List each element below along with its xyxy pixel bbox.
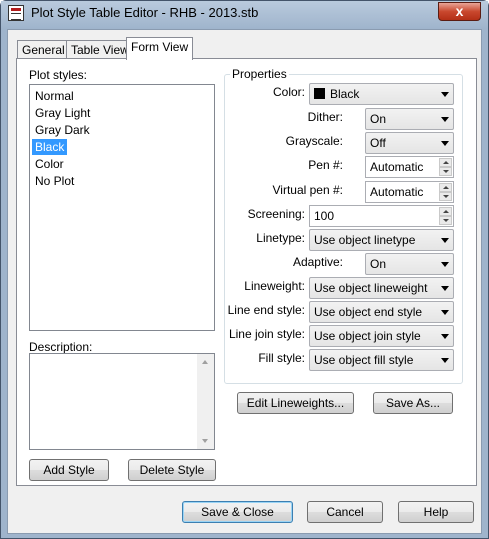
list-item[interactable]: Color xyxy=(32,156,67,172)
close-button[interactable]: x xyxy=(438,2,481,21)
chevron-down-icon xyxy=(441,117,449,122)
description-textarea[interactable] xyxy=(29,353,215,450)
spin-down-icon[interactable] xyxy=(439,216,452,225)
line-end-style-dropdown[interactable]: Use object end style xyxy=(309,301,454,323)
description-label: Description: xyxy=(29,340,93,354)
save-close-button[interactable]: Save & Close xyxy=(182,501,293,523)
list-item-selected[interactable]: Black xyxy=(32,139,68,155)
spin-up-icon[interactable] xyxy=(439,207,452,216)
grayscale-label: Grayscale: xyxy=(285,134,343,148)
list-item[interactable]: Gray Light xyxy=(32,105,93,121)
plot-style-app-icon xyxy=(8,5,24,21)
pen-number-value: Automatic xyxy=(370,160,424,174)
color-dropdown[interactable]: Black xyxy=(309,83,454,105)
plot-styles-label: Plot styles: xyxy=(29,68,88,82)
chevron-down-icon xyxy=(441,141,449,146)
chevron-down-icon xyxy=(441,358,449,363)
line-join-style-value: Use object join style xyxy=(314,329,421,343)
dither-value: On xyxy=(370,112,387,126)
save-as-button[interactable]: Save As... xyxy=(373,392,453,414)
spin-up-icon[interactable] xyxy=(439,158,452,167)
screening-value: 100 xyxy=(314,209,335,223)
tab-table-view[interactable]: Table View xyxy=(66,40,134,60)
linetype-dropdown[interactable]: Use object linetype xyxy=(309,229,454,251)
plot-styles-list[interactable]: Normal Gray Light Gray Dark Black Color … xyxy=(29,84,215,331)
color-value: Black xyxy=(330,87,360,101)
dither-label: Dither: xyxy=(307,110,343,124)
dither-dropdown[interactable]: On xyxy=(365,108,454,130)
chevron-down-icon xyxy=(441,238,449,243)
spin-up-icon[interactable] xyxy=(439,183,452,192)
screening-spinner[interactable]: 100 xyxy=(309,205,454,227)
spin-down-icon[interactable] xyxy=(439,192,452,201)
edit-lineweights-button[interactable]: Edit Lineweights... xyxy=(237,392,354,414)
spin-down-icon[interactable] xyxy=(439,167,452,176)
chevron-down-icon xyxy=(441,92,449,97)
list-item[interactable]: No Plot xyxy=(32,173,77,189)
chevron-down-icon xyxy=(441,286,449,291)
screening-label: Screening: xyxy=(247,207,305,221)
chevron-down-icon xyxy=(441,334,449,339)
pen-number-label: Pen #: xyxy=(308,158,343,172)
adaptive-dropdown[interactable]: On xyxy=(365,253,454,275)
pen-number-spinner[interactable]: Automatic xyxy=(365,156,454,178)
virtual-pen-spinner[interactable]: Automatic xyxy=(365,181,454,203)
line-join-style-label: Line join style: xyxy=(228,327,305,341)
linetype-value: Use object linetype xyxy=(314,233,416,247)
lineweight-label: Lineweight: xyxy=(244,279,305,293)
virtual-pen-value: Automatic xyxy=(370,185,424,199)
fill-style-label: Fill style: xyxy=(258,351,305,365)
title-bar[interactable]: Plot Style Table Editor - RHB - 2013.stb… xyxy=(1,1,488,29)
color-label: Color: xyxy=(272,85,305,99)
line-end-style-value: Use object end style xyxy=(314,305,423,319)
scroll-up-arrow-icon[interactable] xyxy=(202,360,208,364)
delete-style-button[interactable]: Delete Style xyxy=(128,459,216,481)
lineweight-dropdown[interactable]: Use object lineweight xyxy=(309,277,454,299)
window-title: Plot Style Table Editor - RHB - 2013.stb xyxy=(31,5,259,20)
add-style-button[interactable]: Add Style xyxy=(29,459,109,481)
plot-style-editor-window: Plot Style Table Editor - RHB - 2013.stb… xyxy=(0,0,489,539)
line-join-style-dropdown[interactable]: Use object join style xyxy=(309,325,454,347)
fill-style-value: Use object fill style xyxy=(314,353,414,367)
cancel-button[interactable]: Cancel xyxy=(307,501,383,523)
adaptive-value: On xyxy=(370,257,387,271)
grayscale-value: Off xyxy=(370,136,386,150)
chevron-down-icon xyxy=(441,262,449,267)
adaptive-label: Adaptive: xyxy=(292,255,343,269)
line-end-style-label: Line end style: xyxy=(227,303,305,317)
grayscale-dropdown[interactable]: Off xyxy=(365,132,454,154)
list-item[interactable]: Gray Dark xyxy=(32,122,93,138)
form-view-panel: Plot styles: Normal Gray Light Gray Dark… xyxy=(16,58,477,486)
tab-general[interactable]: General xyxy=(17,40,70,60)
help-button[interactable]: Help xyxy=(398,501,474,523)
linetype-label: Linetype: xyxy=(256,231,305,245)
description-scrollbar[interactable] xyxy=(197,354,214,449)
fill-style-dropdown[interactable]: Use object fill style xyxy=(309,349,454,371)
properties-title: Properties xyxy=(230,67,289,81)
chevron-down-icon xyxy=(441,310,449,315)
color-swatch-icon xyxy=(314,88,325,99)
scroll-down-arrow-icon[interactable] xyxy=(202,439,208,443)
tab-form-view[interactable]: Form View xyxy=(126,37,194,60)
dialog-client-area: General Table View Form View Plot styles… xyxy=(7,29,482,534)
virtual-pen-label: Virtual pen #: xyxy=(272,183,344,197)
list-item[interactable]: Normal xyxy=(32,88,77,104)
lineweight-value: Use object lineweight xyxy=(314,281,428,295)
